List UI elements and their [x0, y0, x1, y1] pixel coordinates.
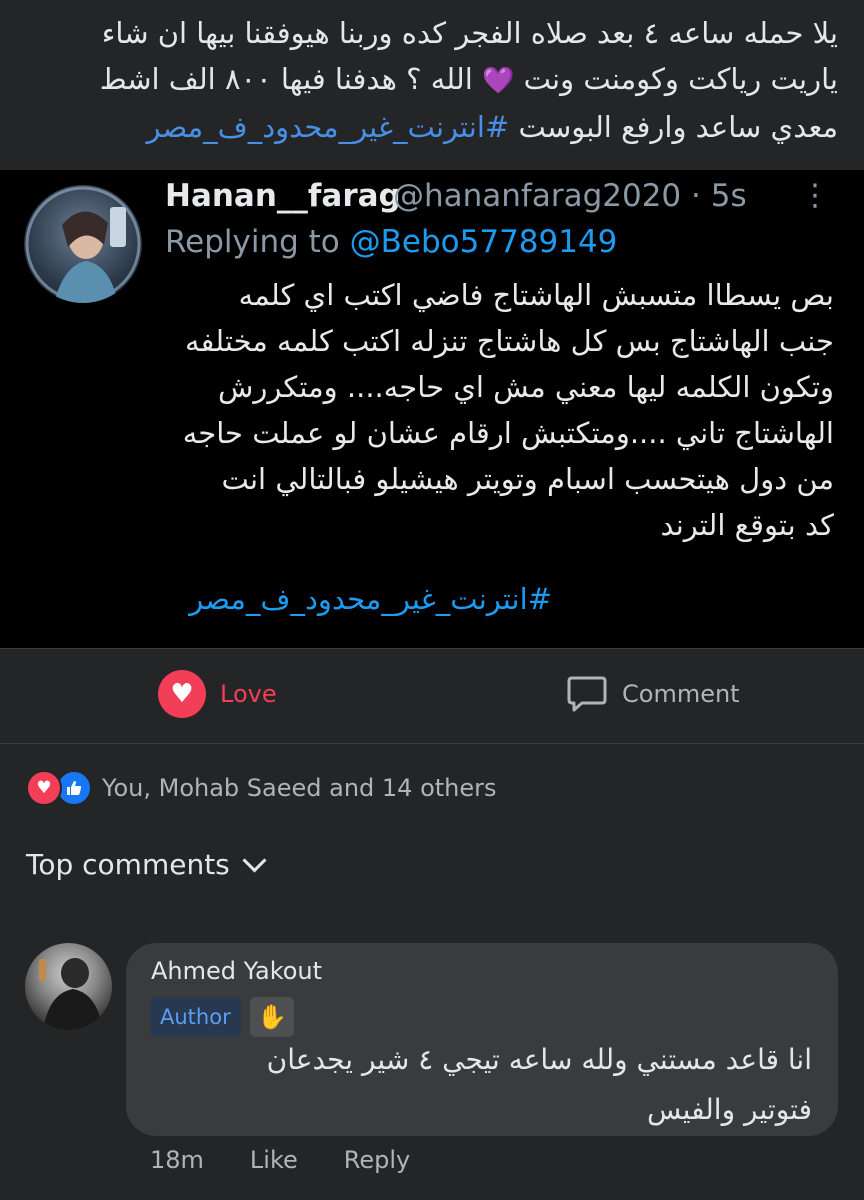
- tweet-body-line: بص يسطاا متسبش الهاشتاج فاضي اكتب اي كلم…: [238, 278, 834, 312]
- tweet-body-line: من دول هيتحسب اسبام وتويتر هيشيلو فبالتا…: [221, 462, 835, 496]
- commenter-name[interactable]: Ahmed Yakout: [151, 957, 322, 985]
- tweet-author-name[interactable]: Hanan__farag: [165, 178, 401, 214]
- thumbs-up-icon: [67, 781, 82, 795]
- comment-bubble: Ahmed Yakout Author ✋ انا قاعد مستني ولل…: [126, 943, 838, 1136]
- tweet-body-line: وتكون الكلمه ليها معني مش اي حاجه.... وم…: [217, 370, 834, 404]
- commenter-avatar[interactable]: [25, 943, 112, 1030]
- replying-mention-link[interactable]: @Bebo57789149: [350, 224, 618, 260]
- divider: [0, 743, 864, 744]
- divider: [0, 648, 864, 649]
- tweet-body-line: الهاشتاج تاني ....ومتكتبش ارقام عشان لو …: [182, 416, 834, 450]
- tweet-hashtag-link[interactable]: #انترنت_غير_محدود_ف_مصر: [160, 582, 552, 616]
- reactions-text: You, Mohab Saeed and 14 others: [102, 774, 497, 802]
- post-line-2-b: ياريت رياكت وكومنت ونت: [523, 62, 838, 96]
- comment-like-button[interactable]: Like: [250, 1146, 298, 1174]
- tweet-body: بص يسطاا متسبش الهاشتاج فاضي اكتب اي كلم…: [160, 272, 834, 548]
- post-line-2-a: الله ؟ هدفنا فيها ٨٠٠ الف اشط: [99, 62, 473, 96]
- chevron-down-icon: [242, 848, 267, 873]
- comment-reply-button[interactable]: Reply: [344, 1146, 410, 1174]
- tweet-body-line: كد بتوقع الترند: [660, 508, 834, 542]
- post-line-2: ياريت رياكت وكومنت ونت 💜 الله ؟ هدفنا في…: [20, 56, 838, 104]
- avatar-illustration-icon: [25, 186, 141, 303]
- tweet-handle-time: @hananfarag2020 · 5s: [393, 178, 747, 214]
- heart-icon: ♥: [158, 670, 206, 718]
- post-text: يلا حمله ساعه ٤ بعد صلاه الفجر كده وربنا…: [20, 10, 838, 150]
- love-button[interactable]: ♥ Love: [158, 670, 277, 718]
- tweet-replying-to: Replying to @Bebo57789149: [165, 224, 617, 260]
- comment-button[interactable]: Comment: [566, 674, 740, 714]
- comment-meta: 18m Like Reply: [150, 1146, 456, 1174]
- tweet-avatar: [24, 185, 142, 303]
- post-line-3-text: معدي ساعد وارفع البوست: [518, 110, 838, 144]
- comment-label: Comment: [622, 680, 740, 708]
- post-line-1: يلا حمله ساعه ٤ بعد صلاه الفجر كده وربنا…: [101, 16, 838, 50]
- post-line-3: معدي ساعد وارفع البوست #انترنت_غير_محدود…: [20, 104, 838, 150]
- replying-label: Replying to: [165, 224, 340, 260]
- more-options-icon[interactable]: ⋮: [800, 178, 830, 213]
- comment-line-1: انا قاعد مستني ولله ساعه تيجي ٤ شير يجدع…: [266, 1043, 812, 1076]
- avatar-illustration-icon: [39, 958, 103, 1030]
- top-comments-label: Top comments: [26, 848, 230, 881]
- wave-hand-icon: ✋: [250, 997, 294, 1037]
- post-hashtag-link[interactable]: #انترنت_غير_محدود_ف_مصر: [146, 110, 509, 144]
- love-label: Love: [220, 680, 277, 708]
- comment-time: 18m: [150, 1146, 204, 1174]
- author-badge: Author: [150, 997, 241, 1037]
- tweet-screenshot[interactable]: Hanan__farag @hananfarag2020 · 5s ⋮ Repl…: [0, 170, 864, 648]
- reactions-summary[interactable]: ♥ You, Mohab Saeed and 14 others: [26, 770, 497, 806]
- top-comments-dropdown[interactable]: Top comments: [26, 848, 267, 881]
- tweet-body-line: جنب الهاشتاج بس كل هاشتاج تنزله اكتب كلم…: [185, 324, 834, 358]
- comment-line-2: فتوتير والفيس: [646, 1093, 812, 1126]
- action-bar: ♥ Love Comment: [0, 650, 864, 742]
- purple-heart-icon: 💜: [481, 66, 515, 96]
- comment-text: انا قاعد مستني ولله ساعه تيجي ٤ شير يجدع…: [150, 1035, 812, 1135]
- comment-bubble-icon: [567, 676, 607, 712]
- love-reaction-icon: ♥: [26, 770, 62, 806]
